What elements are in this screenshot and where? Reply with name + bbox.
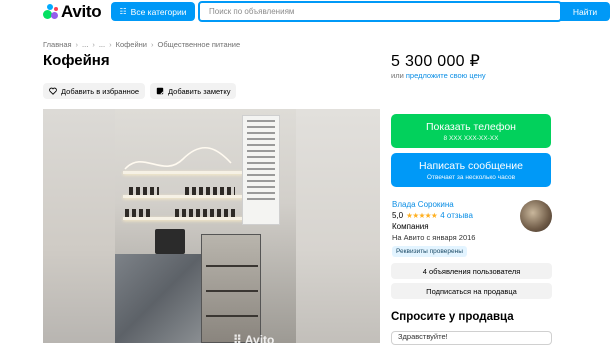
user-listings-button[interactable]: 4 объявления пользователя [391, 263, 552, 279]
avito-logo[interactable]: Avito [43, 2, 102, 21]
phone-mask: 8 XXX XXX-XX-XX [443, 135, 499, 142]
breadcrumb-item[interactable]: Главная [43, 40, 72, 49]
search-button[interactable]: Найти [560, 2, 610, 21]
seller-since: На Авито с января 2016 [392, 233, 476, 242]
show-phone-label: Показать телефон [426, 121, 516, 133]
rating-value: 5,0 [392, 211, 404, 220]
price-suggestion: или предложите свою цену [391, 71, 486, 80]
logo-text: Avito [61, 2, 102, 21]
seller-type: Компания [392, 222, 429, 231]
response-time: Отвечает за несколько часов [426, 174, 516, 181]
stars-icon: ★★★★★ [406, 211, 438, 220]
verified-badge: Реквизиты проверены [392, 246, 467, 257]
marble-counter [115, 254, 201, 343]
note-label: Добавить заметку [168, 86, 231, 96]
reviews-link[interactable]: 4 отзыва [440, 211, 473, 220]
watermark-dots-icon: ⠿ [233, 333, 242, 343]
listing-photo[interactable]: ⠿ Avito [43, 109, 380, 343]
coffee-machine [155, 229, 185, 254]
photo-watermark: ⠿ Avito [233, 333, 274, 343]
price: 5 300 000 ₽ [391, 53, 481, 70]
display-case [201, 234, 261, 343]
write-message-button[interactable]: Написать сообщение Отвечает за несколько… [391, 153, 551, 187]
breadcrumb: Главная › ... › ... › Кофейни › Обществе… [43, 40, 240, 49]
photo-blur-right [296, 109, 380, 343]
breadcrumb-item[interactable]: Кофейни [116, 40, 147, 49]
page-title: Кофейня [43, 52, 110, 69]
add-to-favorites-button[interactable]: Добавить в избранное [43, 83, 146, 99]
breadcrumb-item[interactable]: Общественное питание [157, 40, 240, 49]
breadcrumb-separator: › [109, 40, 112, 49]
breadcrumb-separator: › [150, 40, 154, 49]
subscribe-button[interactable]: Подписаться на продавца [391, 283, 552, 299]
cafe-photo-image: ⠿ Avito [115, 109, 296, 343]
breadcrumb-separator: › [75, 40, 79, 49]
grid-icon: ☷ [119, 7, 127, 16]
or-text: или [391, 71, 404, 80]
menu-board [242, 115, 280, 225]
search-input[interactable]: Поиск по объявлениям [198, 1, 562, 22]
avatar[interactable] [520, 200, 552, 232]
favorites-label: Добавить в избранное [61, 86, 140, 96]
add-note-button[interactable]: Добавить заметку [150, 83, 237, 99]
heart-icon [49, 87, 57, 95]
all-categories-label: Все категории [130, 6, 187, 17]
logo-dots-icon [43, 4, 59, 20]
ask-seller-title: Спросите у продавца [391, 311, 514, 323]
watermark-text: Avito [244, 333, 275, 343]
photo-blur-left [43, 109, 115, 343]
suggest-price-link[interactable]: предложите свою цену [406, 71, 486, 80]
write-message-label: Написать сообщение [419, 160, 523, 172]
breadcrumb-separator: › [92, 40, 95, 49]
seller-name-link[interactable]: Влада Сорокина [392, 200, 454, 209]
all-categories-button[interactable]: ☷ Все категории [111, 2, 195, 21]
search-placeholder: Поиск по объявлениям [209, 7, 295, 16]
seller-rating: 5,0 ★★★★★ 4 отзыва [392, 211, 473, 220]
note-icon [156, 87, 164, 95]
show-phone-button[interactable]: Показать телефон 8 XXX XXX-XX-XX [391, 114, 551, 148]
breadcrumb-item[interactable]: ... [99, 40, 105, 49]
top-bar: Avito ☷ Все категории Поиск по объявлени… [0, 0, 610, 26]
breadcrumb-item[interactable]: ... [82, 40, 88, 49]
